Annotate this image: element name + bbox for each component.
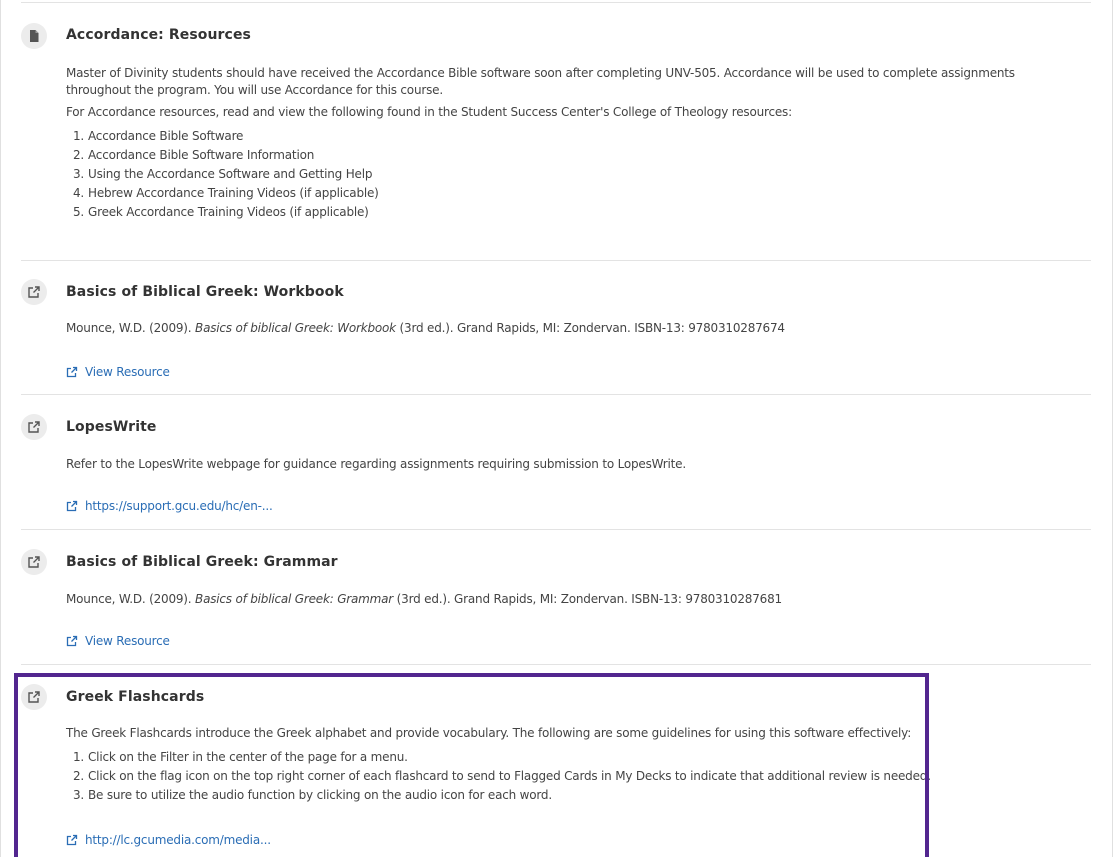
external-link-icon[interactable]	[21, 279, 47, 305]
external-link-icon[interactable]	[21, 414, 47, 440]
resource-list: 1. Accordance Bible Software 2. Accordance…	[66, 127, 379, 222]
external-link-icon	[66, 635, 78, 647]
resource-list: 1. Click on the Filter in the center of t…	[66, 748, 931, 805]
list-item: 2. Click on the flag icon on the top righ…	[72, 769, 931, 783]
view-resource-link[interactable]: View Resource	[66, 634, 170, 648]
list-item: 3. Be sure to utilize the audio function …	[72, 788, 552, 802]
resource-description: The Greek Flashcards introduce the Greek…	[66, 726, 912, 740]
list-item: 1. Accordance Bible Software	[72, 129, 244, 143]
external-link-icon[interactable]	[21, 684, 47, 710]
document-icon	[21, 23, 47, 49]
resource-title: Accordance: Resources	[66, 27, 251, 43]
resource-item-greek-workbook: Basics of Biblical Greek: Workbook Mounc…	[21, 260, 1091, 394]
link-label: View Resource	[85, 365, 170, 379]
resource-item-greek-flashcards: Greek Flashcards The Greek Flashcards in…	[21, 664, 1091, 857]
link-label: View Resource	[85, 634, 170, 648]
external-link-icon	[66, 500, 78, 512]
external-link-icon[interactable]	[21, 549, 47, 575]
resource-citation: Mounce, W.D. (2009). Basics of biblical …	[66, 321, 785, 335]
resource-list-panel: Accordance: Resources Master of Divinity…	[0, 0, 1113, 857]
resource-item-accordance: Accordance: Resources Master of Divinity…	[21, 2, 1091, 260]
list-item: 5. Greek Accordance Training Videos (if a…	[72, 205, 369, 219]
lopeswrite-url-link[interactable]: https://support.gcu.edu/hc/en-...	[66, 499, 273, 513]
resource-description: Master of Divinity students should have …	[66, 66, 1015, 97]
external-link-icon	[66, 834, 78, 846]
resource-title: Basics of Biblical Greek: Grammar	[66, 554, 338, 570]
resource-citation: Mounce, W.D. (2009). Basics of biblical …	[66, 592, 782, 606]
view-resource-link[interactable]: View Resource	[66, 365, 170, 379]
list-item: 3. Using the Accordance Software and Gett…	[72, 167, 373, 181]
link-label: https://support.gcu.edu/hc/en-...	[85, 499, 273, 513]
resource-title: Basics of Biblical Greek: Workbook	[66, 284, 344, 300]
resource-item-lopeswrite: LopesWrite Refer to the LopesWrite webpa…	[21, 394, 1091, 529]
external-link-icon	[66, 366, 78, 378]
resource-title: Greek Flashcards	[66, 689, 205, 705]
link-label: http://lc.gcumedia.com/media...	[85, 833, 271, 847]
list-item: 4. Hebrew Accordance Training Videos (if …	[72, 186, 379, 200]
list-item: 1. Click on the Filter in the center of t…	[72, 750, 408, 764]
flashcards-url-link[interactable]: http://lc.gcumedia.com/media...	[66, 833, 271, 847]
resource-item-greek-grammar: Basics of Biblical Greek: Grammar Mounce…	[21, 529, 1091, 664]
resource-description: For Accordance resources, read and view …	[66, 105, 792, 119]
list-item: 2. Accordance Bible Software Information	[72, 148, 315, 162]
resource-description: Refer to the LopesWrite webpage for guid…	[66, 457, 686, 471]
resource-title: LopesWrite	[66, 419, 157, 435]
